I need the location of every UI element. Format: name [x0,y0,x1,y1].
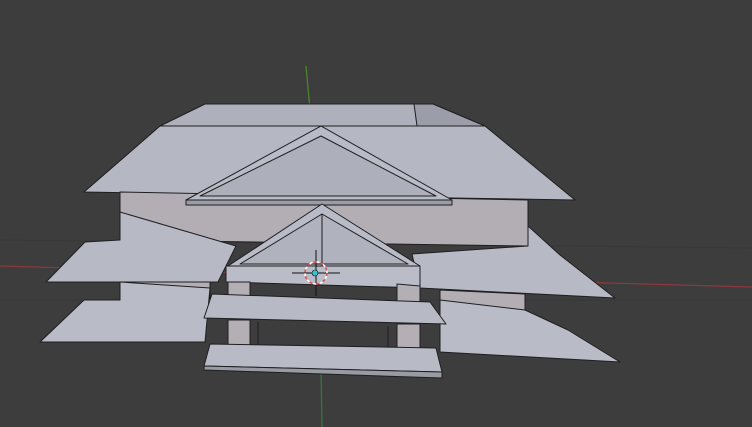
3d-viewport[interactable] [0,0,752,427]
z-axis-line [320,369,323,427]
y-axis-line [305,65,311,111]
lower-roof-left [39,281,211,343]
top-roof-back-right-hip [413,103,486,127]
porch-beam [225,265,421,289]
object-origin [311,269,319,277]
scene-canvas[interactable] [0,0,752,427]
house-model[interactable] [39,103,621,379]
lower-roof-right [439,299,621,363]
upper-gable-base [185,199,453,206]
